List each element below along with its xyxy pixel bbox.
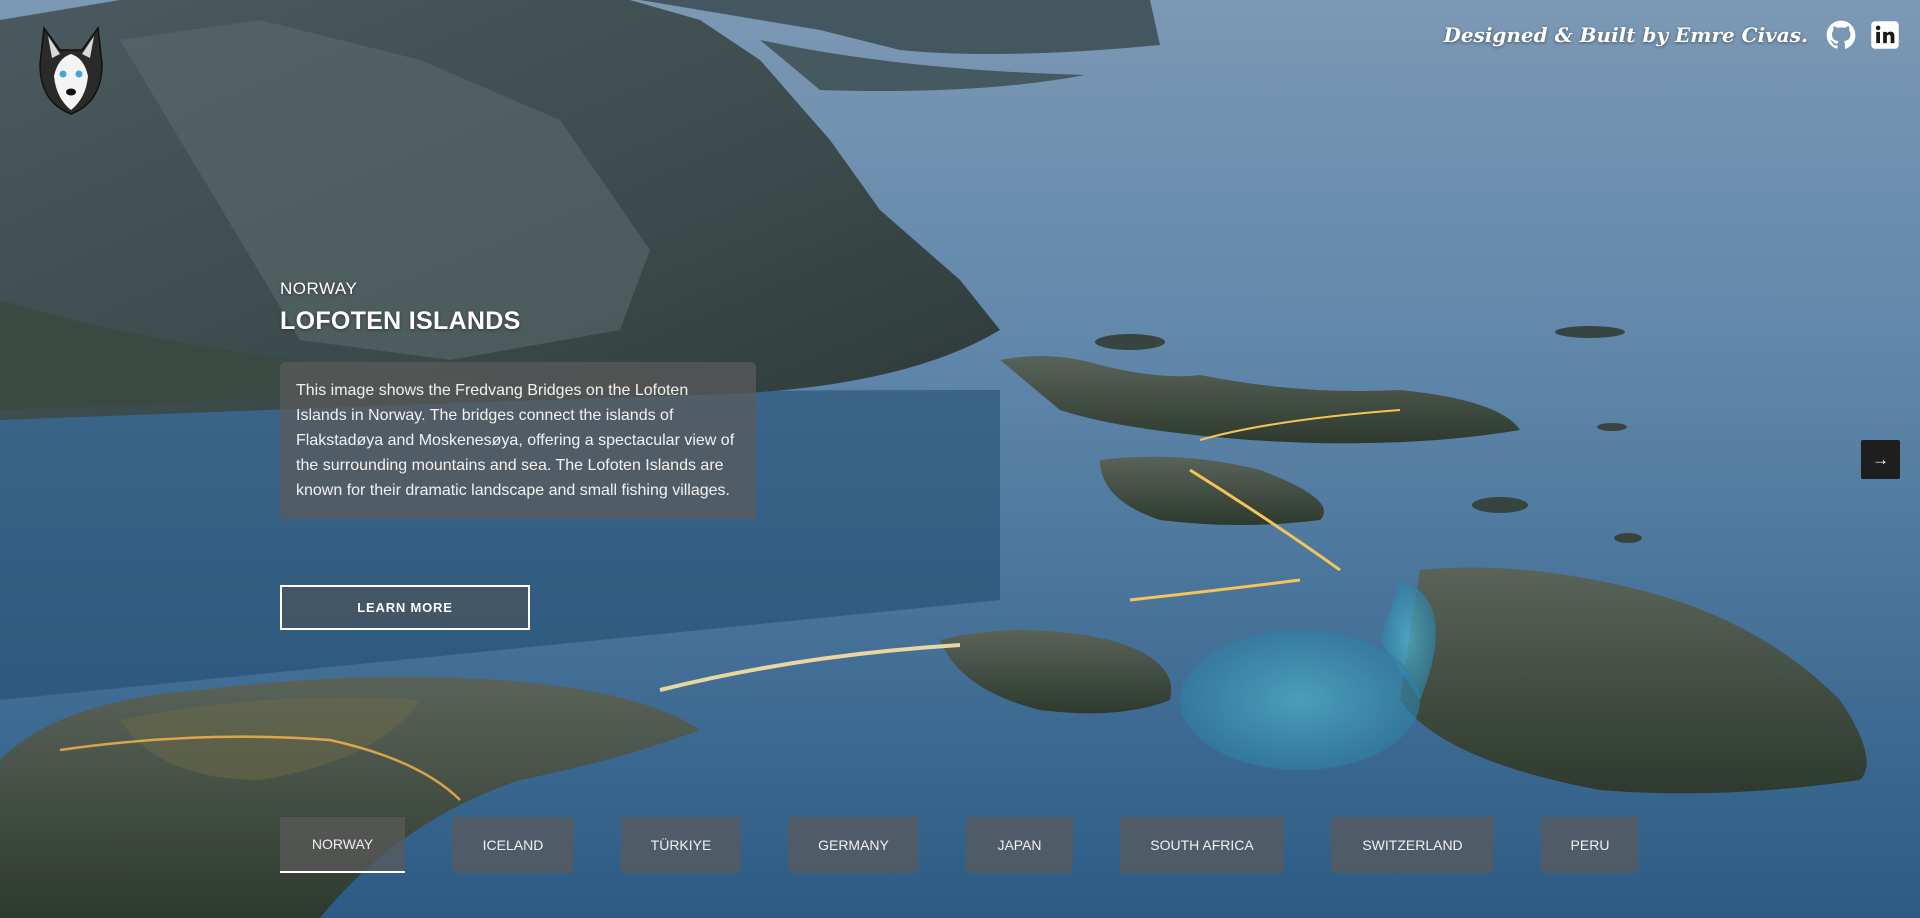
slide-country: NORWAY — [280, 279, 358, 298]
github-icon[interactable] — [1826, 20, 1856, 50]
top-bar: Designed & Built by Emre Civas. — [1443, 20, 1900, 50]
tab-label: GERMANY — [818, 837, 889, 853]
tab-peru[interactable]: PERU — [1541, 817, 1639, 873]
tab-south-africa[interactable]: SOUTH AFRICA — [1120, 817, 1284, 873]
tab-label: JAPAN — [997, 837, 1042, 853]
tab-germany[interactable]: GERMANY — [788, 817, 919, 873]
linkedin-icon[interactable] — [1870, 20, 1900, 50]
slide-description-box: This image shows the Fredvang Bridges on… — [280, 362, 756, 519]
tab-japan[interactable]: JAPAN — [966, 817, 1073, 873]
tab-label: TÜRKIYE — [650, 837, 712, 853]
husky-logo[interactable] — [36, 24, 106, 116]
learn-more-label: LEARN MORE — [357, 600, 453, 615]
slide-content: NORWAY LOFOTEN ISLANDS This image shows … — [280, 279, 760, 519]
tab-norway[interactable]: NORWAY — [280, 817, 405, 873]
tab-label: NORWAY — [311, 836, 374, 852]
next-slide-button[interactable]: → — [1861, 440, 1900, 479]
slide-title: LOFOTEN ISLANDS — [280, 307, 521, 335]
tab-label: PERU — [1570, 837, 1610, 853]
learn-more-button[interactable]: LEARN MORE — [280, 585, 530, 630]
tab-label: ICELAND — [482, 837, 544, 853]
tab-turkiye[interactable]: TÜRKIYE — [621, 817, 741, 873]
credit-text: Designed & Built by Emre Civas. — [1443, 23, 1808, 47]
tab-iceland[interactable]: ICELAND — [452, 817, 574, 873]
arrow-right-icon: → — [1872, 449, 1889, 469]
tab-switzerland[interactable]: SWITZERLAND — [1331, 817, 1494, 873]
tab-label: SOUTH AFRICA — [1150, 837, 1254, 853]
tab-label: SWITZERLAND — [1362, 837, 1463, 853]
slide-description: This image shows the Fredvang Bridges on… — [296, 382, 735, 499]
